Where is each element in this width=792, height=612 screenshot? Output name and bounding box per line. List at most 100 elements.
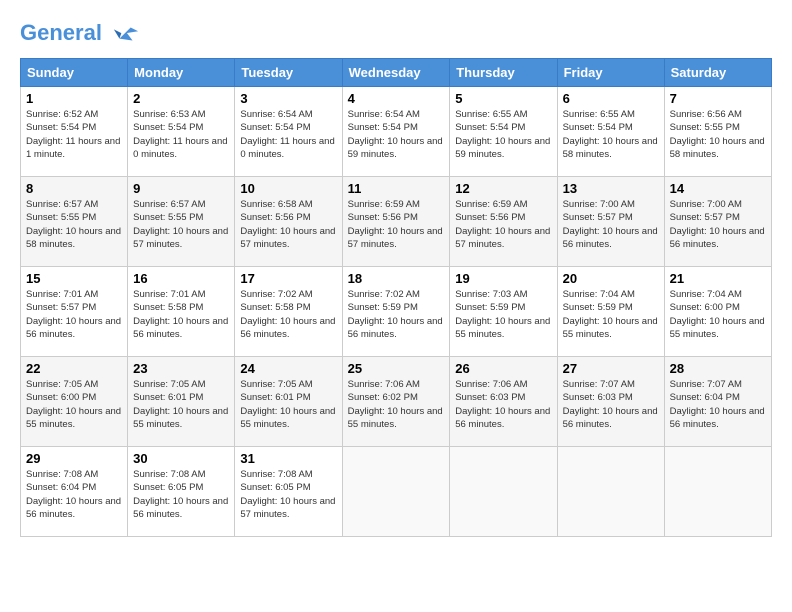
day-info: Sunrise: 7:00 AM Sunset: 5:57 PM Dayligh… [563,198,659,251]
day-info: Sunrise: 6:55 AM Sunset: 5:54 PM Dayligh… [563,108,659,161]
day-info: Sunrise: 7:06 AM Sunset: 6:02 PM Dayligh… [348,378,445,431]
calendar-day-8: 8 Sunrise: 6:57 AM Sunset: 5:55 PM Dayli… [21,177,128,267]
header-thursday: Thursday [450,59,557,87]
day-number: 25 [348,361,445,376]
logo-bird-icon [112,20,140,48]
day-number: 5 [455,91,551,106]
calendar-day-10: 10 Sunrise: 6:58 AM Sunset: 5:56 PM Dayl… [235,177,342,267]
day-info: Sunrise: 7:05 AM Sunset: 6:01 PM Dayligh… [240,378,336,431]
day-number: 8 [26,181,122,196]
day-info: Sunrise: 7:02 AM Sunset: 5:59 PM Dayligh… [348,288,445,341]
day-info: Sunrise: 6:57 AM Sunset: 5:55 PM Dayligh… [133,198,229,251]
calendar-day-23: 23 Sunrise: 7:05 AM Sunset: 6:01 PM Dayl… [128,357,235,447]
calendar-week-2: 8 Sunrise: 6:57 AM Sunset: 5:55 PM Dayli… [21,177,772,267]
empty-cell [342,447,450,537]
calendar-day-31: 31 Sunrise: 7:08 AM Sunset: 6:05 PM Dayl… [235,447,342,537]
day-number: 19 [455,271,551,286]
day-number: 31 [240,451,336,466]
header-tuesday: Tuesday [235,59,342,87]
day-info: Sunrise: 6:55 AM Sunset: 5:54 PM Dayligh… [455,108,551,161]
calendar-week-1: 1 Sunrise: 6:52 AM Sunset: 5:54 PM Dayli… [21,87,772,177]
day-info: Sunrise: 7:01 AM Sunset: 5:58 PM Dayligh… [133,288,229,341]
header-sunday: Sunday [21,59,128,87]
calendar-day-21: 21 Sunrise: 7:04 AM Sunset: 6:00 PM Dayl… [664,267,771,357]
day-info: Sunrise: 7:08 AM Sunset: 6:04 PM Dayligh… [26,468,122,521]
calendar-day-1: 1 Sunrise: 6:52 AM Sunset: 5:54 PM Dayli… [21,87,128,177]
calendar-day-16: 16 Sunrise: 7:01 AM Sunset: 5:58 PM Dayl… [128,267,235,357]
day-number: 11 [348,181,445,196]
calendar-day-14: 14 Sunrise: 7:00 AM Sunset: 5:57 PM Dayl… [664,177,771,267]
day-info: Sunrise: 7:04 AM Sunset: 5:59 PM Dayligh… [563,288,659,341]
day-info: Sunrise: 7:03 AM Sunset: 5:59 PM Dayligh… [455,288,551,341]
header-saturday: Saturday [664,59,771,87]
calendar-day-27: 27 Sunrise: 7:07 AM Sunset: 6:03 PM Dayl… [557,357,664,447]
day-number: 21 [670,271,766,286]
day-number: 4 [348,91,445,106]
day-info: Sunrise: 6:57 AM Sunset: 5:55 PM Dayligh… [26,198,122,251]
day-number: 7 [670,91,766,106]
day-info: Sunrise: 6:52 AM Sunset: 5:54 PM Dayligh… [26,108,122,161]
calendar-day-9: 9 Sunrise: 6:57 AM Sunset: 5:55 PM Dayli… [128,177,235,267]
calendar-day-29: 29 Sunrise: 7:08 AM Sunset: 6:04 PM Dayl… [21,447,128,537]
day-info: Sunrise: 7:08 AM Sunset: 6:05 PM Dayligh… [133,468,229,521]
calendar-week-4: 22 Sunrise: 7:05 AM Sunset: 6:00 PM Dayl… [21,357,772,447]
day-info: Sunrise: 7:07 AM Sunset: 6:03 PM Dayligh… [563,378,659,431]
calendar-day-28: 28 Sunrise: 7:07 AM Sunset: 6:04 PM Dayl… [664,357,771,447]
page-header: General [20,20,772,48]
day-info: Sunrise: 6:53 AM Sunset: 5:54 PM Dayligh… [133,108,229,161]
calendar-week-3: 15 Sunrise: 7:01 AM Sunset: 5:57 PM Dayl… [21,267,772,357]
calendar-day-13: 13 Sunrise: 7:00 AM Sunset: 5:57 PM Dayl… [557,177,664,267]
logo-general: General [20,20,102,45]
calendar-day-11: 11 Sunrise: 6:59 AM Sunset: 5:56 PM Dayl… [342,177,450,267]
calendar-day-5: 5 Sunrise: 6:55 AM Sunset: 5:54 PM Dayli… [450,87,557,177]
day-number: 22 [26,361,122,376]
day-info: Sunrise: 7:00 AM Sunset: 5:57 PM Dayligh… [670,198,766,251]
calendar-day-20: 20 Sunrise: 7:04 AM Sunset: 5:59 PM Dayl… [557,267,664,357]
day-number: 27 [563,361,659,376]
day-info: Sunrise: 6:59 AM Sunset: 5:56 PM Dayligh… [348,198,445,251]
empty-cell [664,447,771,537]
calendar-day-17: 17 Sunrise: 7:02 AM Sunset: 5:58 PM Dayl… [235,267,342,357]
calendar-week-5: 29 Sunrise: 7:08 AM Sunset: 6:04 PM Dayl… [21,447,772,537]
day-number: 29 [26,451,122,466]
calendar-day-7: 7 Sunrise: 6:56 AM Sunset: 5:55 PM Dayli… [664,87,771,177]
calendar-day-2: 2 Sunrise: 6:53 AM Sunset: 5:54 PM Dayli… [128,87,235,177]
day-info: Sunrise: 6:54 AM Sunset: 5:54 PM Dayligh… [240,108,336,161]
day-info: Sunrise: 6:58 AM Sunset: 5:56 PM Dayligh… [240,198,336,251]
calendar-day-4: 4 Sunrise: 6:54 AM Sunset: 5:54 PM Dayli… [342,87,450,177]
day-number: 16 [133,271,229,286]
day-info: Sunrise: 6:59 AM Sunset: 5:56 PM Dayligh… [455,198,551,251]
day-number: 26 [455,361,551,376]
day-number: 12 [455,181,551,196]
day-info: Sunrise: 7:04 AM Sunset: 6:00 PM Dayligh… [670,288,766,341]
calendar-day-19: 19 Sunrise: 7:03 AM Sunset: 5:59 PM Dayl… [450,267,557,357]
calendar-day-26: 26 Sunrise: 7:06 AM Sunset: 6:03 PM Dayl… [450,357,557,447]
calendar-day-12: 12 Sunrise: 6:59 AM Sunset: 5:56 PM Dayl… [450,177,557,267]
calendar-day-15: 15 Sunrise: 7:01 AM Sunset: 5:57 PM Dayl… [21,267,128,357]
header-monday: Monday [128,59,235,87]
day-number: 15 [26,271,122,286]
day-number: 17 [240,271,336,286]
calendar-day-6: 6 Sunrise: 6:55 AM Sunset: 5:54 PM Dayli… [557,87,664,177]
calendar-day-18: 18 Sunrise: 7:02 AM Sunset: 5:59 PM Dayl… [342,267,450,357]
day-info: Sunrise: 7:05 AM Sunset: 6:00 PM Dayligh… [26,378,122,431]
header-friday: Friday [557,59,664,87]
day-number: 3 [240,91,336,106]
day-number: 6 [563,91,659,106]
day-number: 23 [133,361,229,376]
day-number: 10 [240,181,336,196]
day-info: Sunrise: 7:05 AM Sunset: 6:01 PM Dayligh… [133,378,229,431]
day-number: 14 [670,181,766,196]
calendar-day-24: 24 Sunrise: 7:05 AM Sunset: 6:01 PM Dayl… [235,357,342,447]
empty-cell [450,447,557,537]
empty-cell [557,447,664,537]
day-info: Sunrise: 6:56 AM Sunset: 5:55 PM Dayligh… [670,108,766,161]
calendar-day-3: 3 Sunrise: 6:54 AM Sunset: 5:54 PM Dayli… [235,87,342,177]
day-number: 1 [26,91,122,106]
day-info: Sunrise: 6:54 AM Sunset: 5:54 PM Dayligh… [348,108,445,161]
day-info: Sunrise: 7:06 AM Sunset: 6:03 PM Dayligh… [455,378,551,431]
day-number: 18 [348,271,445,286]
day-number: 13 [563,181,659,196]
day-number: 28 [670,361,766,376]
calendar-table: SundayMondayTuesdayWednesdayThursdayFrid… [20,58,772,537]
